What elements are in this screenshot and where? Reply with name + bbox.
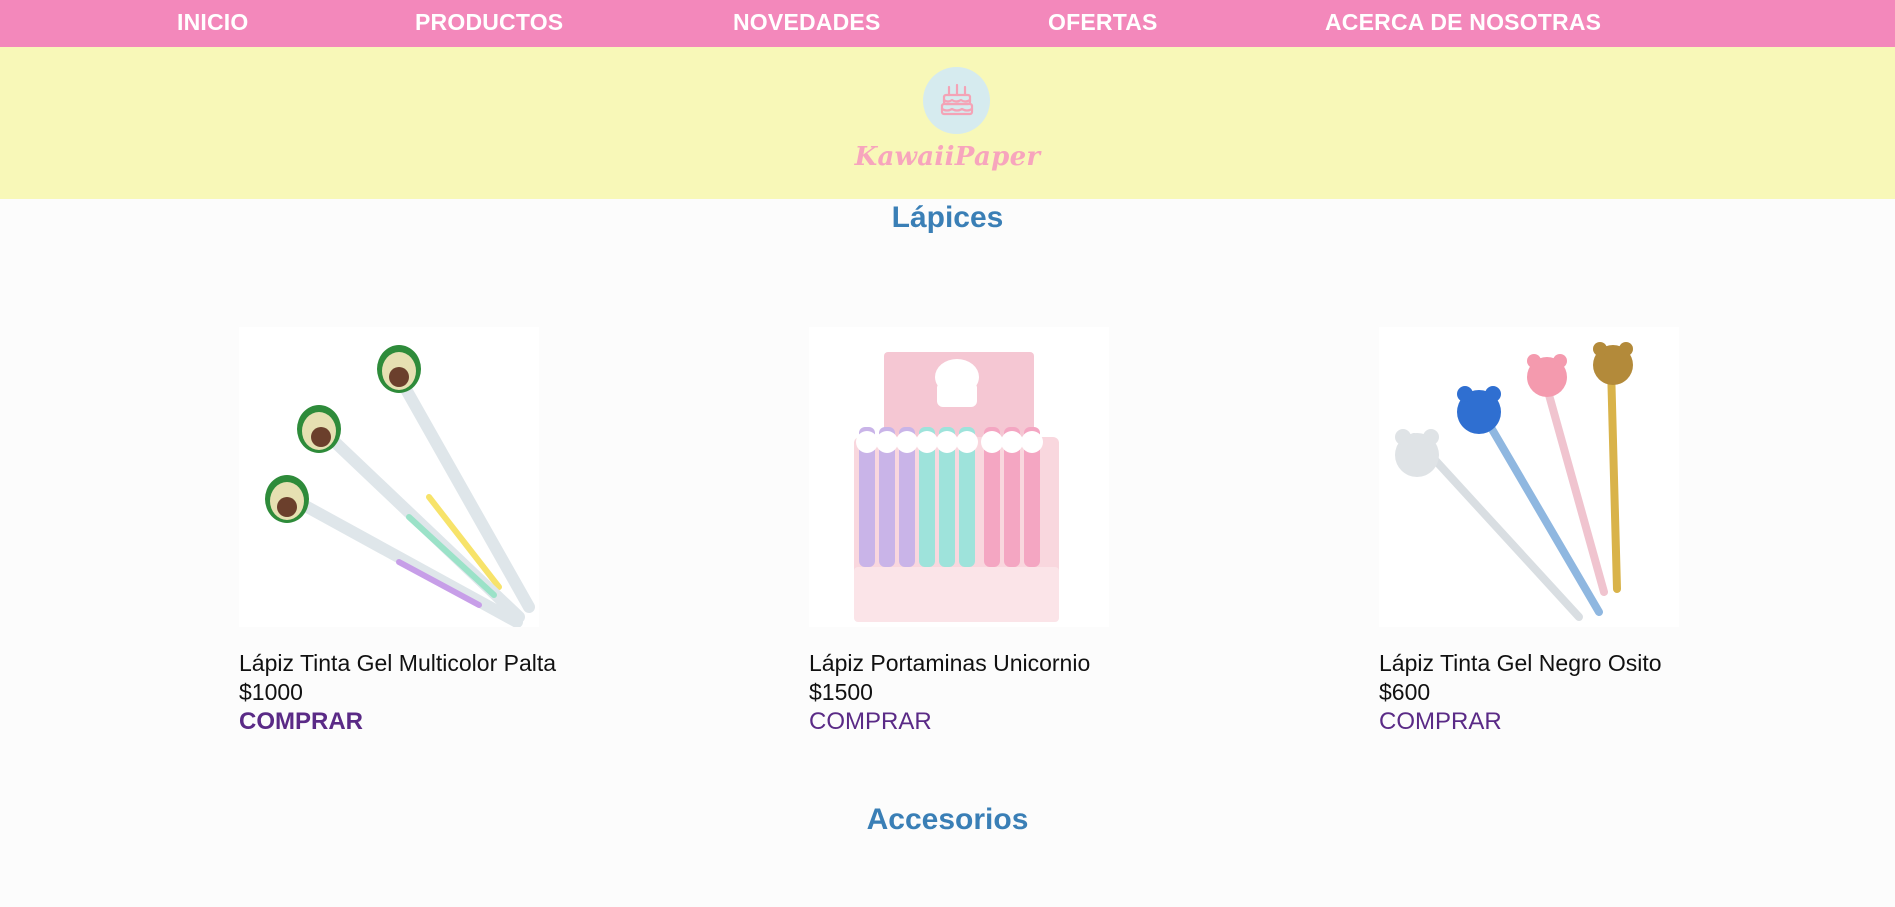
- top-nav: INICIO PRODUCTOS NOVEDADES OFERTAS ACERC…: [0, 0, 1895, 47]
- product-image-bear-gel-pens[interactable]: [1379, 327, 1679, 627]
- logo[interactable]: [923, 67, 990, 134]
- nav-ofertas[interactable]: OFERTAS: [1048, 9, 1158, 36]
- product-card: Lápiz Tinta Gel Negro Osito $600 COMPRAR: [1379, 327, 1679, 736]
- product-name: Lápiz Tinta Gel Negro Osito: [1379, 650, 1662, 676]
- buy-button[interactable]: COMPRAR: [809, 707, 932, 736]
- section-title-lapices: Lápices: [891, 201, 1004, 234]
- section-title-accesorios: Accesorios: [866, 803, 1029, 836]
- product-name: Lápiz Portaminas Unicornio: [809, 650, 1091, 676]
- buy-button[interactable]: COMPRAR: [239, 707, 363, 736]
- brand-name[interactable]: KawaiiPaper: [0, 142, 1895, 172]
- product-name: Lápiz Tinta Gel Multicolor Palta: [239, 650, 557, 676]
- product-price: $600: [1379, 679, 1431, 705]
- product-price: $1500: [809, 679, 873, 705]
- product-price: $1000: [239, 679, 303, 705]
- cake-icon: [940, 83, 974, 116]
- nav-inicio[interactable]: INICIO: [177, 9, 248, 36]
- product-image-avocado-gel-pens[interactable]: [239, 327, 539, 627]
- nav-productos[interactable]: PRODUCTOS: [415, 9, 563, 36]
- product-card: Lápiz Portaminas Unicornio $1500 COMPRAR: [809, 327, 1109, 736]
- nav-acerca-de-nosotras[interactable]: ACERCA DE NOSOTRAS: [1325, 9, 1601, 36]
- product-image-unicorn-mechanical-pencils[interactable]: [809, 327, 1109, 627]
- buy-button[interactable]: COMPRAR: [1379, 707, 1502, 736]
- product-card: Lápiz Tinta Gel Multicolor Palta $1000 C…: [239, 327, 557, 736]
- header-banner: KawaiiPaper: [0, 47, 1895, 199]
- nav-novedades[interactable]: NOVEDADES: [733, 9, 881, 36]
